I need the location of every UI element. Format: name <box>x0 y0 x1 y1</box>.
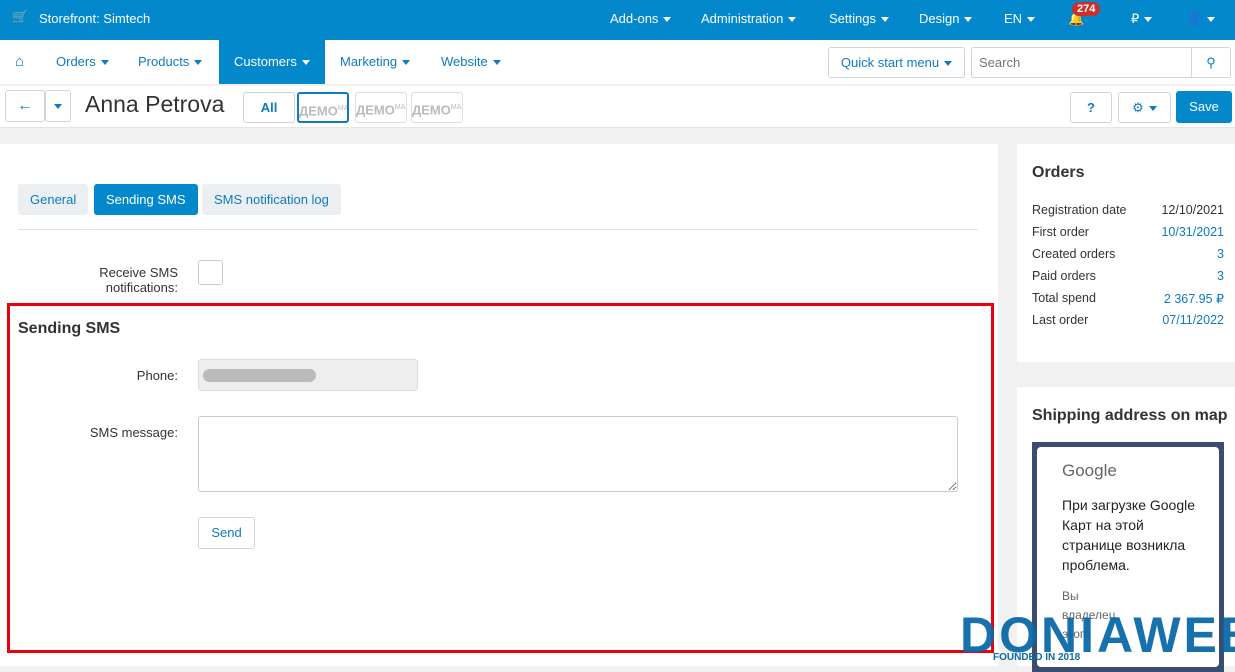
tab-general[interactable]: General <box>18 184 89 215</box>
tab-sms-log[interactable]: SMS notification log <box>202 184 341 215</box>
orders-row: Last order 07/11/2022 <box>1032 313 1224 327</box>
storefront-all[interactable]: All <box>243 92 295 123</box>
first-order-link[interactable]: 10/31/2021 <box>1161 225 1224 239</box>
map-error-text: При загрузке Google Карт на этой страниц… <box>1062 497 1196 573</box>
section-title: Sending SMS <box>18 320 121 337</box>
menu-addons[interactable]: Add-ons <box>610 11 672 26</box>
storefront-link[interactable]: Storefront: Simtech <box>39 11 150 26</box>
paid-orders-link[interactable]: 3 <box>1217 269 1224 283</box>
menu-administration[interactable]: Administration <box>701 11 797 26</box>
orders-row: First order 10/31/2021 <box>1032 225 1224 239</box>
map-title: Shipping address on map <box>1032 407 1228 424</box>
nav-marketing[interactable]: Marketing <box>325 40 425 84</box>
phone-field[interactable] <box>198 359 418 391</box>
nav-website[interactable]: Website <box>426 40 516 84</box>
created-orders-link[interactable]: 3 <box>1217 247 1224 261</box>
orders-panel: Orders Registration date 12/10/2021 First… <box>1017 144 1235 362</box>
divider <box>18 229 978 230</box>
currency-menu[interactable]: ₽ <box>1131 11 1153 27</box>
menu-design[interactable]: Design <box>919 11 973 26</box>
user-menu[interactable]: 👤 <box>1186 11 1216 27</box>
main-nav: ⌂ Orders Products Customers Marketing We… <box>0 40 1235 84</box>
nav-customers[interactable]: Customers <box>219 40 325 84</box>
total-spend-link[interactable]: 2 367.95 ₽ <box>1164 291 1224 306</box>
user-icon: 👤 <box>1186 11 1203 26</box>
quick-start-menu[interactable]: Quick start menu <box>828 47 965 78</box>
google-logo: Google <box>1062 461 1117 480</box>
tab-sending-sms[interactable]: Sending SMS <box>94 184 198 215</box>
home-icon[interactable]: ⌂ <box>0 40 39 84</box>
sms-message-input[interactable] <box>198 416 958 492</box>
cart-icon: 🛒 <box>12 9 29 24</box>
menu-settings[interactable]: Settings <box>829 11 889 26</box>
back-arrow-icon[interactable]: ← <box>5 90 45 122</box>
settings-gear-dropdown[interactable]: ⚙ <box>1118 92 1171 123</box>
notification-badge: 274 <box>1072 2 1101 16</box>
search-input[interactable] <box>971 47 1192 78</box>
receive-sms-checkbox[interactable] <box>198 260 223 285</box>
top-bar: 🛒 Storefront: Simtech Add-ons Administra… <box>0 0 1235 40</box>
orders-row: Created orders 3 <box>1032 247 1224 261</box>
orders-row: Paid orders 3 <box>1032 269 1224 283</box>
storefront-demo-1[interactable]: ДЕМОMA <box>297 92 349 123</box>
orders-row: Total spend 2 367.95 ₽ <box>1032 291 1224 306</box>
help-icon[interactable]: ? <box>1070 92 1112 123</box>
send-button[interactable]: Send <box>198 517 255 549</box>
orders-row: Registration date 12/10/2021 <box>1032 203 1224 217</box>
last-order-link[interactable]: 07/11/2022 <box>1162 313 1224 327</box>
phone-label: Phone: <box>136 368 178 383</box>
save-button[interactable]: Save <box>1176 91 1232 123</box>
phone-blurred <box>203 369 316 382</box>
nav-products[interactable]: Products <box>123 40 217 84</box>
search-icon[interactable]: ⚲ <box>1191 47 1231 78</box>
storefront-demo-3[interactable]: ДЕМОMA <box>411 92 463 123</box>
page-title: Anna Petrova <box>85 91 225 117</box>
receive-sms-label: Receive SMS notifications: <box>99 265 178 295</box>
back-history-dropdown[interactable] <box>45 90 71 122</box>
watermark-tagline: FOUNDED IN 2018 <box>993 652 1081 663</box>
storefront-demo-2[interactable]: ДЕМОMA <box>355 92 407 123</box>
language-menu[interactable]: EN <box>1004 11 1036 26</box>
message-label: SMS message: <box>89 425 178 440</box>
gear-icon: ⚙ <box>1132 100 1144 115</box>
nav-orders[interactable]: Orders <box>41 40 124 84</box>
orders-title: Orders <box>1032 164 1085 181</box>
